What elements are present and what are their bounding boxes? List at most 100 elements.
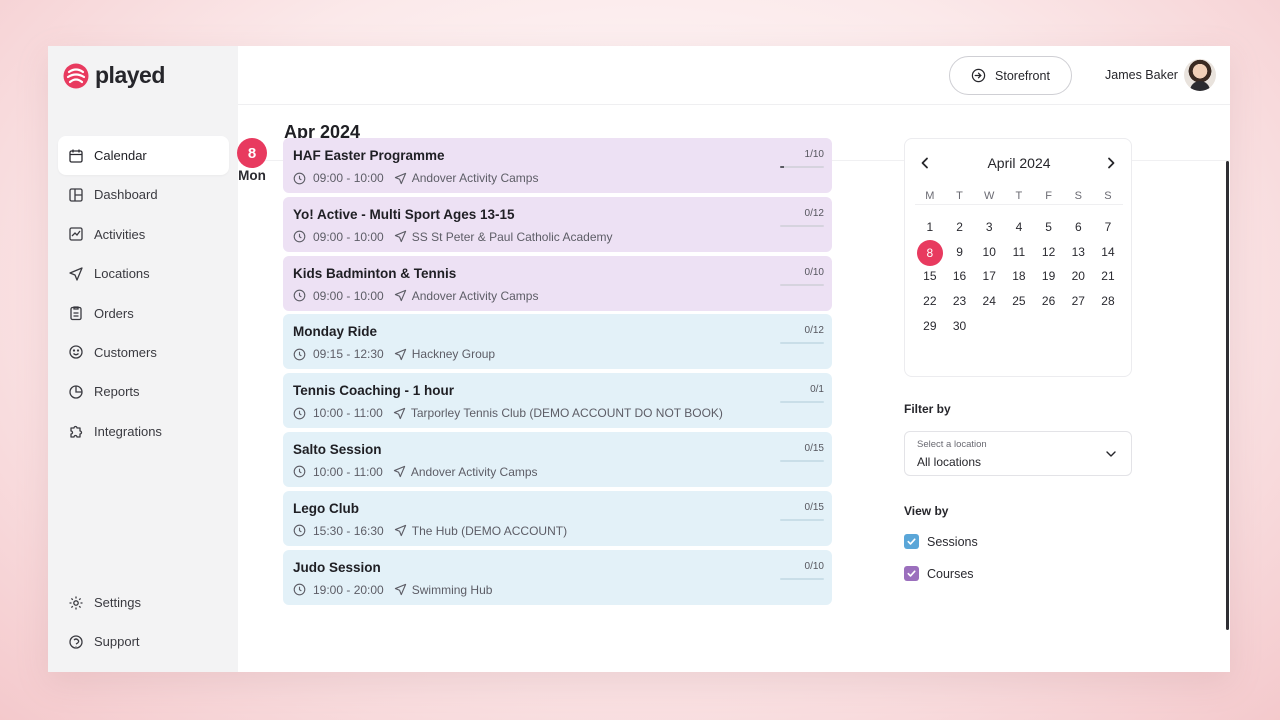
sessions-checkbox[interactable] [904,534,919,549]
calendar-day[interactable]: 24 [974,289,1004,313]
calendar-day[interactable]: 3 [974,215,1004,239]
capacity-bar [780,518,824,521]
calendar-day[interactable]: 16 [945,264,975,288]
calendar-day[interactable]: 5 [1034,215,1064,239]
sidebar-item-locations[interactable]: Locations [58,254,229,293]
calendar-day[interactable]: 17 [974,264,1004,288]
calendar-day-number: 18 [1012,269,1026,284]
chevron-right-icon [1108,157,1115,169]
calendar-day[interactable]: 25 [1004,289,1034,313]
calendar-day[interactable]: 2 [945,215,975,239]
calendar-day-number: 9 [956,244,963,259]
event-title: Kids Badminton & Tennis [293,265,457,281]
calendar-day[interactable]: 1 [915,215,945,239]
capacity-bar [780,283,824,286]
clock-icon [293,466,306,478]
storefront-button[interactable]: Storefront [949,56,1072,95]
sidebar-item-customers[interactable]: Customers [58,333,229,372]
event-card[interactable]: Lego Club 15:30 - 16:30 The Hub (DEMO AC… [283,490,832,546]
storefront-label: Storefront [995,68,1050,83]
event-capacity: 0/15 [804,442,824,454]
event-time: 09:00 - 10:00 [313,288,384,303]
location-arrow-icon [393,407,406,419]
event-card[interactable]: Tennis Coaching - 1 hour 10:00 - 11:00 T… [283,373,832,429]
calendar-day[interactable]: 28 [1093,289,1123,313]
weekday-label: F [1045,189,1052,202]
calendar-day[interactable]: 20 [1063,264,1093,288]
capacity-bar [780,459,824,462]
event-title: Salto Session [293,441,382,457]
select-caption: Select a location [917,439,987,450]
calendar-day-number: 13 [1071,244,1085,259]
event-meta: 09:00 - 10:00 SS St Peter & Paul Catholi… [293,230,822,244]
weekday-header-row: MTWTFSS [915,187,1123,205]
capacity-bar [780,577,824,580]
sessions-label: Sessions [927,534,978,549]
sessions-checkbox-row[interactable]: Sessions [904,534,978,549]
sidebar-item-activities[interactable]: Activities [58,215,229,254]
calendar-day[interactable]: 22 [915,289,945,313]
calendar-day[interactable]: 7 [1093,215,1123,239]
event-location: Andover Activity Camps [410,464,538,479]
event-card[interactable]: Monday Ride 09:15 - 12:30 Hackney Group … [283,314,832,370]
clock-icon [293,289,306,302]
sidebar-item-orders[interactable]: Orders [58,294,229,333]
event-meta: 09:15 - 12:30 Hackney Group [293,347,822,361]
event-card[interactable]: Yo! Active - Multi Sport Ages 13-15 09:0… [283,196,832,252]
event-meta: 09:00 - 10:00 Andover Activity Camps [293,289,822,303]
courses-checkbox-row[interactable]: Courses [904,566,974,581]
calendar-day[interactable]: 26 [1034,289,1064,313]
sidebar-item-reports[interactable]: Reports [58,372,229,411]
courses-checkbox[interactable] [904,566,919,581]
event-card[interactable]: Salto Session 10:00 - 11:00 Andover Acti… [283,431,832,487]
calendar-day[interactable]: 9 [945,240,975,264]
clipboard-icon [70,306,82,321]
calendar-day[interactable]: 19 [1034,264,1064,288]
sidebar-item-dashboard[interactable]: Dashboard [58,175,229,214]
clock-icon [293,348,306,361]
calendar-day[interactable]: 6 [1063,215,1093,239]
event-card[interactable]: HAF Easter Programme 09:00 - 10:00 Andov… [283,138,832,193]
calendar-day-number: 1 [926,220,934,235]
event-location: Tarporley Tennis Club (DEMO ACCOUNT DO N… [410,406,723,421]
calendar-day[interactable]: 18 [1004,264,1034,288]
calendar-day[interactable]: 13 [1063,240,1093,264]
event-card[interactable]: Judo Session 19:00 - 20:00 Swimming Hub … [283,549,832,605]
user-name[interactable]: James Baker [1105,68,1178,82]
sidebar-item-label: Dashboard [94,187,158,203]
logo[interactable]: played [63,62,165,89]
calendar-icon [69,149,83,163]
calendar-day-number: 16 [952,269,967,284]
event-capacity: 0/1 [810,384,824,396]
avatar[interactable] [1184,59,1216,91]
calendar-day[interactable]: 15 [915,264,945,288]
clock-icon [293,407,306,420]
calendar-day[interactable]: 23 [945,289,975,313]
event-capacity: 0/15 [804,501,824,513]
calendar-day[interactable]: 14 [1093,240,1123,264]
sidebar-item-settings[interactable]: Settings [58,583,229,622]
sidebar-item-calendar[interactable]: Calendar [58,136,229,175]
calendar-day[interactable]: 4 [1004,215,1034,239]
calendar-week-row: 15 16 17 18 19 20 21 [915,264,1123,289]
next-month-button[interactable] [1101,153,1121,173]
calendar-day[interactable]: 21 [1093,264,1123,288]
calendar-day-number: 27 [1071,294,1085,309]
scrollbar[interactable] [1226,161,1229,630]
calendar-day[interactable]: 10 [974,240,1004,264]
location-select[interactable]: Select a location All locations [904,431,1132,476]
sidebar-item-integrations[interactable]: Integrations [58,412,229,451]
location-arrow-icon [394,231,406,243]
calendar-day[interactable]: 27 [1063,289,1093,313]
pie-chart-icon [69,385,83,399]
calendar-day[interactable]: 12 [1034,240,1064,264]
checkmark-icon [907,570,916,577]
event-card[interactable]: Kids Badminton & Tennis 09:00 - 10:00 An… [283,255,832,311]
calendar-day-number: 7 [1104,220,1112,235]
calendar-day[interactable]: 8 [915,239,945,266]
calendar-day[interactable]: 11 [1004,240,1034,264]
calendar-day[interactable]: 30 [945,314,975,338]
calendar-day[interactable]: 29 [915,314,945,338]
location-arrow-icon [393,466,406,478]
sidebar-item-support[interactable]: Support [58,622,229,661]
